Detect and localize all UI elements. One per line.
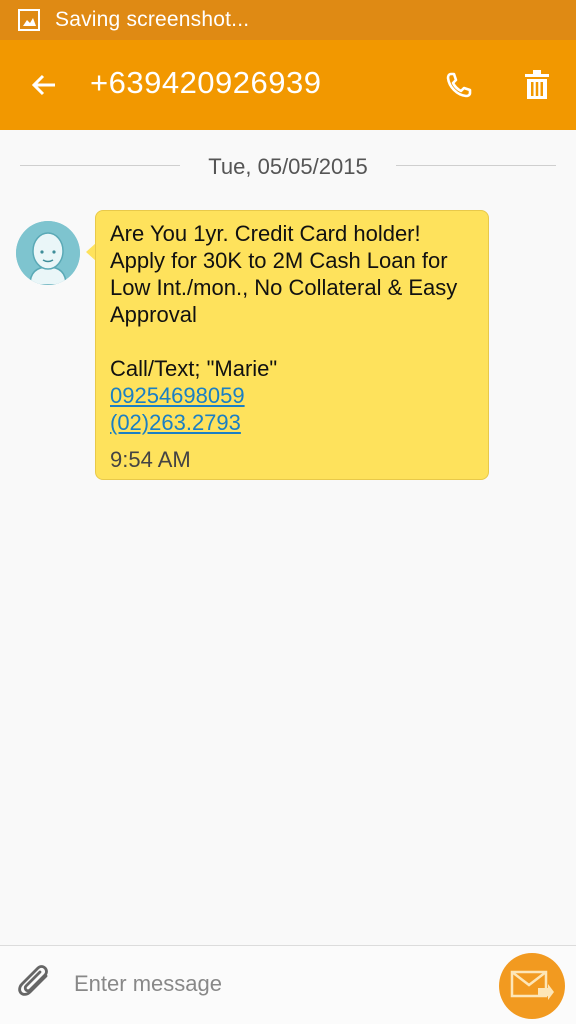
app-bar: +639420926939 bbox=[0, 40, 576, 130]
attach-button[interactable] bbox=[14, 962, 58, 1006]
message-composer bbox=[0, 945, 576, 1024]
date-separator: Tue, 05/05/2015 bbox=[20, 150, 556, 184]
message-line: Are You 1yr. Credit Card holder! bbox=[110, 221, 421, 246]
phone-icon bbox=[446, 72, 472, 98]
message-input[interactable] bbox=[74, 964, 474, 1004]
status-text: Saving screenshot... bbox=[55, 8, 250, 31]
send-message-icon bbox=[510, 970, 554, 1000]
message-time: 9:54 AM bbox=[110, 447, 191, 472]
contact-avatar-icon[interactable] bbox=[16, 221, 80, 285]
message-bubble[interactable]: Are You 1yr. Credit Card holder! Apply f… bbox=[95, 210, 489, 480]
message-date: Tue, 05/05/2015 bbox=[208, 154, 368, 179]
divider bbox=[396, 165, 556, 166]
phone-link[interactable]: 09254698059 bbox=[110, 382, 245, 409]
send-button[interactable] bbox=[499, 953, 565, 1019]
contact-title: +639420926939 bbox=[90, 65, 322, 100]
message-line: Call/Text; "Marie" bbox=[110, 356, 278, 381]
phone-link[interactable]: (02)263.2793 bbox=[110, 409, 241, 436]
message-line: Apply for 30K to 2M Cash Loan for bbox=[110, 248, 448, 273]
arrow-left-icon bbox=[31, 74, 55, 96]
message-line: Approval bbox=[110, 302, 197, 327]
message-line: Low Int./mon., No Collateral & Easy bbox=[110, 275, 458, 300]
call-button[interactable] bbox=[436, 62, 482, 108]
trash-icon bbox=[525, 70, 549, 99]
delete-button[interactable] bbox=[514, 62, 560, 108]
paperclip-icon bbox=[18, 965, 48, 996]
back-button[interactable] bbox=[22, 63, 66, 107]
status-bar: Saving screenshot... bbox=[0, 0, 576, 40]
screenshot-icon bbox=[18, 9, 40, 31]
